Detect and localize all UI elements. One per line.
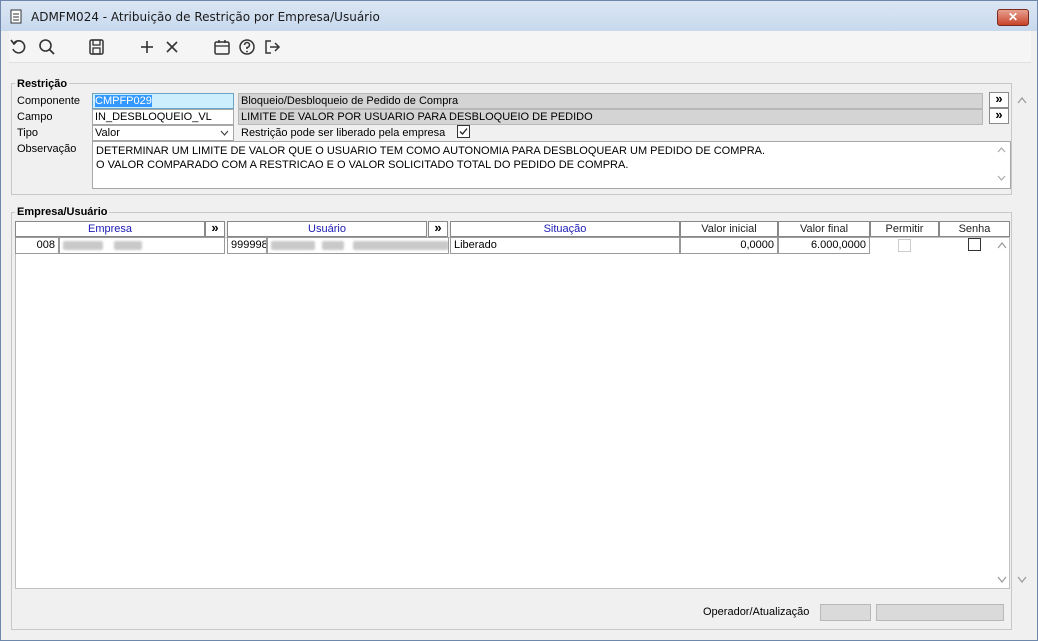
column-permitir[interactable]: Permitir [870, 221, 939, 237]
column-senha[interactable]: Senha [939, 221, 1010, 237]
title-bar: ADMFM024 - Atribuição de Restrição por E… [1, 1, 1037, 31]
componente-input[interactable]: CMPFP029 [92, 93, 234, 109]
toolbar [9, 31, 1031, 63]
check-icon [459, 128, 468, 135]
restricao-group-title: Restrição [15, 78, 70, 90]
row-1-situacao[interactable]: Liberado [450, 237, 680, 254]
operador-label: Operador/Atualização [703, 606, 810, 618]
row-1-usuario-code[interactable]: 999998 [227, 237, 267, 254]
redacted-text [63, 240, 103, 250]
exit-icon[interactable] [262, 37, 282, 57]
row-1-senha-checkbox[interactable] [968, 238, 981, 251]
componente-more-button[interactable]: » [989, 92, 1009, 108]
redacted-text [114, 240, 143, 250]
help-icon[interactable] [237, 37, 257, 57]
empresa-more-button[interactable]: » [205, 221, 225, 237]
column-valor-final[interactable]: Valor final [778, 221, 870, 237]
delete-icon[interactable] [162, 37, 182, 57]
window-title: ADMFM024 - Atribuição de Restrição por E… [31, 10, 380, 24]
empresa-usuario-group-title: Empresa/Usuário [15, 206, 110, 218]
grid-scroll-up-icon[interactable] [997, 241, 1007, 253]
campo-description: LIMITE DE VALOR POR USUARIO PARA DESBLOQ… [238, 109, 983, 125]
form-scroll-down-icon[interactable] [1017, 575, 1027, 587]
column-empresa[interactable]: Empresa [15, 221, 205, 237]
componente-description: Bloqueio/Desbloqueio de Pedido de Compra [238, 93, 983, 109]
tipo-label: Tipo [17, 127, 38, 139]
liberado-checkbox[interactable] [457, 125, 470, 138]
observacao-textarea[interactable]: DETERMINAR UM LIMITE DE VALOR QUE O USUA… [92, 141, 1011, 189]
atualizacao-field [876, 604, 1004, 621]
componente-label: Componente [17, 95, 80, 107]
observacao-line-2: O VALOR COMPARADO COM A RESTRICAO E O VA… [96, 159, 629, 171]
main-window: ADMFM024 - Atribuição de Restrição por E… [0, 0, 1038, 641]
row-1-empresa-code[interactable]: 008 [15, 237, 59, 254]
calendar-icon[interactable] [212, 37, 232, 57]
row-1-valor-inicial[interactable]: 0,0000 [680, 237, 778, 254]
liberado-label: Restrição pode ser liberado pela empresa [241, 127, 446, 139]
scroll-up-icon[interactable] [997, 144, 1006, 158]
form-scroll-up-icon[interactable] [1017, 96, 1027, 108]
operador-field [820, 604, 871, 621]
redacted-text [271, 240, 315, 250]
close-button[interactable]: ✕ [997, 9, 1029, 26]
search-icon[interactable] [37, 37, 57, 57]
column-situacao[interactable]: Situação [450, 221, 680, 237]
redacted-text [353, 240, 448, 250]
campo-label: Campo [17, 111, 53, 123]
grid-scroll-down-icon[interactable] [997, 575, 1007, 587]
scroll-down-icon[interactable] [997, 172, 1006, 186]
undo-icon[interactable] [9, 37, 29, 57]
tipo-select[interactable]: Valor [92, 125, 234, 141]
campo-input[interactable]: IN_DESBLOQUEIO_VL [92, 109, 234, 125]
redacted-text [322, 240, 345, 250]
row-1-empresa-name[interactable] [59, 237, 225, 254]
row-1-usuario-name[interactable] [267, 237, 449, 254]
chevron-down-icon [220, 126, 229, 140]
close-icon: ✕ [1007, 10, 1019, 24]
add-icon[interactable] [137, 37, 157, 57]
usuario-more-button[interactable]: » [428, 221, 448, 237]
row-1-valor-final[interactable]: 6.000,0000 [778, 237, 870, 254]
tipo-value: Valor [95, 127, 120, 139]
column-valor-inicial[interactable]: Valor inicial [680, 221, 778, 237]
campo-more-button[interactable]: » [989, 108, 1009, 124]
grid-body [15, 237, 1010, 589]
column-usuario[interactable]: Usuário [227, 221, 427, 237]
componente-value: CMPFP029 [95, 95, 152, 107]
save-icon[interactable] [87, 37, 107, 57]
observacao-line-1: DETERMINAR UM LIMITE DE VALOR QUE O USUA… [96, 145, 766, 157]
observacao-label: Observação [17, 143, 77, 155]
row-1-permitir-checkbox[interactable] [898, 239, 911, 252]
document-icon [10, 9, 23, 24]
